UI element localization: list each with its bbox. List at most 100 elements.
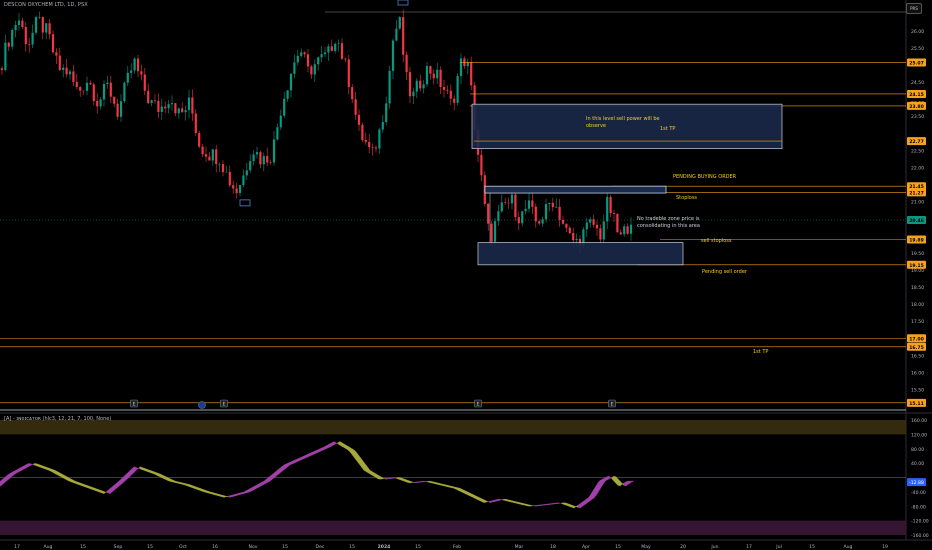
candle-body <box>398 17 401 29</box>
oscillator-segment <box>91 486 95 491</box>
chart-annotation: Stoploss <box>676 195 697 201</box>
time-tick-label: 20 <box>680 544 686 550</box>
chart-annotation: sell stoploss <box>701 238 732 244</box>
oscillator-segment <box>451 486 455 489</box>
oscillator-tick-label: 120.00 <box>911 432 927 438</box>
oscillator-segment <box>429 480 433 484</box>
oscillator-segment <box>93 487 97 492</box>
price-tick-label: 19.00 <box>911 268 924 274</box>
candle-body <box>534 206 537 222</box>
event-marker-label: E <box>223 402 226 408</box>
candle-body <box>68 71 72 75</box>
candle-body <box>130 70 133 73</box>
chart-annotation: In this level sell power will be <box>586 116 660 122</box>
price-tick-label: 21.00 <box>911 200 924 206</box>
oscillator-segment <box>201 488 205 493</box>
candle-body <box>34 17 38 33</box>
chart-annotation: 1st TP <box>660 126 675 132</box>
candle-body <box>276 127 279 140</box>
price-scale-button[interactable]: PRS <box>906 3 922 14</box>
oscillator-segment <box>235 493 239 496</box>
oscillator-tick-label: -40.00 <box>911 490 926 496</box>
oscillator-segment <box>399 477 403 481</box>
time-tick-label: Feb <box>453 544 461 550</box>
chart-annotation: observe <box>586 123 606 129</box>
candle-body <box>619 232 622 235</box>
time-tick-label: Oct <box>179 544 187 550</box>
price-badge-label: 23.80 <box>909 104 924 110</box>
oscillator-segment <box>75 481 79 485</box>
price-badge-label: 19.89 <box>909 238 924 244</box>
candle-body <box>157 100 160 112</box>
oscillator-segment <box>143 467 147 472</box>
candle-body <box>364 140 367 142</box>
oscillator-segment <box>101 490 105 494</box>
oscillator-segment <box>197 487 201 491</box>
candle-body <box>201 146 204 155</box>
candle-body <box>164 106 167 109</box>
candle-body <box>293 62 296 74</box>
candle-body <box>334 43 337 51</box>
time-tick-label: 18 <box>550 544 556 550</box>
candle-body <box>249 161 252 171</box>
candle-body <box>28 44 31 45</box>
candle-body <box>446 89 449 91</box>
candle-body <box>415 80 418 92</box>
oscillator-segment <box>141 467 145 471</box>
candle-body <box>361 124 364 141</box>
candle-body <box>79 87 82 91</box>
oscillator-segment <box>435 482 439 485</box>
oscillator-segment <box>41 465 45 469</box>
candle-body <box>585 222 588 230</box>
oscillator-segment <box>89 486 93 490</box>
candle-body <box>109 82 112 97</box>
candle-body <box>340 43 344 59</box>
oscillator-segment <box>79 482 83 487</box>
oscillator-segment <box>203 489 207 493</box>
oscillator-segment <box>497 499 501 501</box>
candle-body <box>75 81 78 88</box>
oscillator-segment <box>35 463 39 467</box>
buy-zone <box>484 185 667 194</box>
price-badge-label: 21.27 <box>909 190 924 196</box>
candle-body <box>106 82 109 84</box>
oscillator-segment <box>535 504 539 507</box>
oscillator-segment <box>77 481 81 486</box>
candle-body <box>374 147 378 149</box>
chart-canvas[interactable]: 26.0025.5024.5023.9023.5022.5022.0021.50… <box>0 0 932 550</box>
oscillator-segment <box>503 499 507 501</box>
oscillator-segment <box>209 491 213 495</box>
oscillator-segment <box>387 477 391 480</box>
candle-body <box>558 206 561 220</box>
oscillator-segment <box>415 481 419 483</box>
candle-body <box>184 110 187 113</box>
oscillator-segment <box>85 484 89 489</box>
oscillator-segment <box>517 501 521 505</box>
price-badge-label: 22.77 <box>909 139 924 145</box>
oscillator-segment <box>547 503 551 505</box>
candle-body <box>150 100 153 104</box>
candle-body <box>72 71 75 82</box>
oscillator-badge-label: -12.88 <box>909 480 924 486</box>
oscillator-segment <box>505 499 509 502</box>
candle-body <box>507 202 510 204</box>
candle-body <box>194 113 197 133</box>
candle-body <box>204 154 208 157</box>
time-tick-label: Aug <box>44 544 53 550</box>
price-badge-label: 16.75 <box>909 345 924 351</box>
candle-body <box>480 154 483 176</box>
candle-body <box>487 203 490 224</box>
candle-body <box>17 20 21 25</box>
oscillator-segment <box>211 492 215 495</box>
oscillator-segment <box>509 500 513 503</box>
candle-body <box>92 84 95 101</box>
candle-body <box>626 226 629 234</box>
candle-body <box>51 34 55 53</box>
candle-body <box>555 206 558 208</box>
candle-body <box>351 87 354 100</box>
candle-body <box>429 66 432 74</box>
candle-body <box>82 90 85 92</box>
candle-body <box>89 82 92 85</box>
oscillator-segment <box>513 500 517 504</box>
oscillator-segment <box>45 466 49 471</box>
